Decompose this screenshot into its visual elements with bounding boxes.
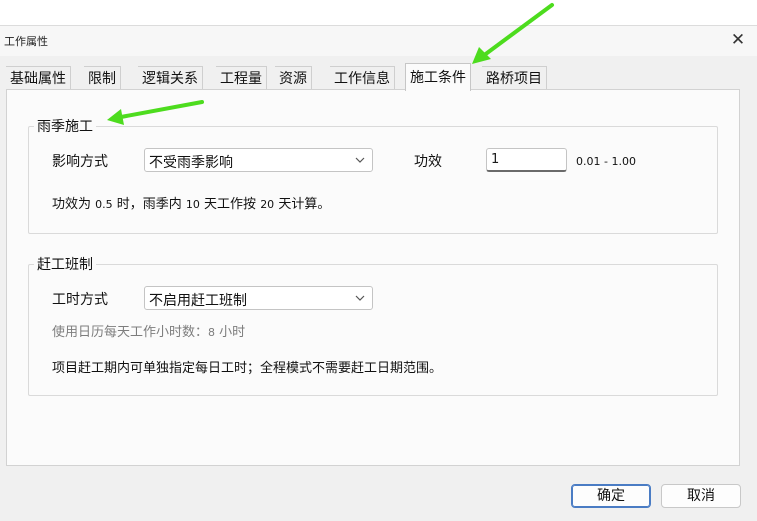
rush-mode-value: 不启用赶工班制 xyxy=(149,293,247,309)
tab-construction-conditions[interactable]: 施工条件 xyxy=(405,63,471,91)
rain-mode-label: 影响方式 xyxy=(52,154,108,170)
rush-shift-group-title: 赶工班制 xyxy=(34,254,96,274)
tab-logic-relations[interactable]: 逻辑关系 xyxy=(138,66,203,90)
dialog-title: 工作属性 xyxy=(4,35,48,48)
chevron-down-icon xyxy=(355,157,365,163)
title-bar: 工作属性 ✕ xyxy=(0,26,757,56)
rain-season-group-title: 雨季施工 xyxy=(34,116,96,136)
rain-season-group: 雨季施工 xyxy=(28,116,718,234)
calendar-hours-text: 使用日历每天工作小时数：8 小时 xyxy=(52,321,245,340)
tab-constraints[interactable]: 限制 xyxy=(84,66,121,90)
rain-description: 功效为 0.5 时，雨季内 10 天工作按 20 天计算。 xyxy=(52,193,330,212)
rush-mode-select[interactable]: 不启用赶工班制 xyxy=(144,286,373,310)
rain-desc-days: 10 xyxy=(185,198,200,211)
rain-mode-value: 不受雨季影响 xyxy=(149,155,233,171)
cancel-button[interactable]: 取消 xyxy=(661,484,741,508)
chevron-down-icon xyxy=(355,295,365,301)
efficiency-range: 0.01 - 1.00 xyxy=(576,155,636,168)
rush-mode-label: 工时方式 xyxy=(52,292,108,308)
efficiency-input[interactable]: 1 xyxy=(486,148,567,172)
tab-resources[interactable]: 资源 xyxy=(275,66,312,90)
rain-desc-equivalent-days: 20 xyxy=(260,198,275,211)
efficiency-label: 功效 xyxy=(414,154,442,170)
close-icon[interactable]: ✕ xyxy=(725,28,751,52)
ok-button[interactable]: 确定 xyxy=(571,484,651,508)
rain-desc-part-d: 天计算。 xyxy=(274,197,331,212)
calendar-hours-value: 8 xyxy=(208,326,216,339)
rain-desc-part-b: 时，雨季内 xyxy=(112,197,186,212)
rain-desc-part-c: 天工作按 xyxy=(199,197,261,212)
rain-desc-efficiency: 0.5 xyxy=(95,198,113,211)
tab-road-bridge-items[interactable]: 路桥项目 xyxy=(482,66,547,90)
calendar-hours-unit: 小时 xyxy=(215,325,246,340)
rush-note: 项目赶工期内可单独指定每日工时；全程模式不需要赶工日期范围。 xyxy=(52,361,443,376)
tab-work-info[interactable]: 工作信息 xyxy=(330,66,395,90)
work-properties-dialog: 工作属性 ✕ 基础属性 限制 逻辑关系 工程量 资源 工作信息 施工条件 路桥项… xyxy=(0,25,757,521)
calendar-hours-label: 使用日历每天工作小时数： xyxy=(52,325,209,340)
rain-mode-select[interactable]: 不受雨季影响 xyxy=(144,148,373,172)
tab-quantities[interactable]: 工程量 xyxy=(216,66,267,90)
tab-basic-properties[interactable]: 基础属性 xyxy=(6,66,71,90)
rain-desc-part-a: 功效为 xyxy=(52,197,92,212)
